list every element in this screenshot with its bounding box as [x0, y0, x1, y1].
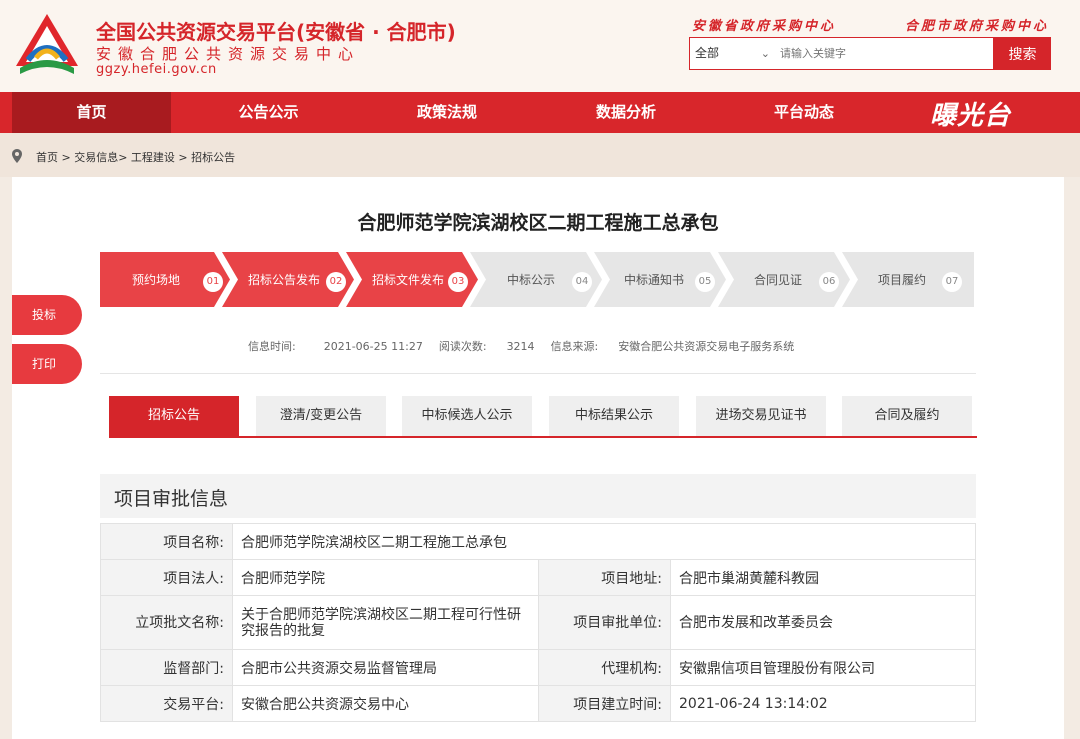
created-time-value: 2021-06-24 13:14:02 [670, 685, 976, 722]
divider [100, 373, 976, 374]
tab-candidate-notice[interactable]: 中标候选人公示 [402, 396, 532, 436]
side-favorite-button[interactable]: 投标 [12, 295, 82, 335]
step-3-number: 03 [448, 272, 468, 292]
progress-steps: 预约场地 01 招标公告发布 02 招标文件发布 03 中标公示 04 中标通知… [100, 252, 974, 307]
link-province-procurement[interactable]: 安徽省政府采购中心 [692, 15, 836, 34]
legal-person-label: 项目法人: [100, 559, 233, 596]
notice-tabs: 招标公告 澄清/变更公告 中标候选人公示 中标结果公示 进场交易见证书 合同及履… [109, 396, 977, 438]
search-button[interactable]: 搜索 [994, 37, 1051, 70]
step-6-label: 合同见证 [754, 273, 803, 287]
approval-unit-value: 合肥市发展和改革委员会 [670, 595, 976, 650]
legal-person-value: 合肥师范学院 [232, 559, 539, 596]
approval-doc-label: 立项批文名称: [100, 595, 233, 650]
step-4-number: 04 [572, 272, 592, 292]
info-meta: 信息时间: 2021-06-25 11:27 阅读次数: 3214 信息来源: 安徽合肥公… [248, 338, 794, 354]
project-address-label: 项目地址: [538, 559, 671, 596]
supervisor-value: 合肥市公共资源交易监督管理局 [232, 649, 539, 686]
approval-unit-label: 项目审批单位: [538, 595, 671, 650]
table-row: 交易平台: 安徽合肥公共资源交易中心 项目建立时间: 2021-06-24 13… [100, 685, 976, 722]
location-pin-icon [12, 149, 22, 163]
meta-views: 3214 [506, 340, 535, 353]
meta-source-label: 信息来源: [550, 340, 599, 353]
nav-item-home[interactable]: 首页 [12, 92, 171, 133]
step-3-label: 招标文件发布 [372, 273, 445, 287]
nav-item-announcements[interactable]: 公告公示 [180, 92, 357, 133]
step-4-label: 中标公示 [507, 273, 556, 287]
tab-tender-notice[interactable]: 招标公告 [109, 396, 239, 436]
step-7-number: 07 [942, 272, 962, 292]
site-header: 全国公共资源交易平台(安徽省 · 合肥市) 安徽合肥公共资源交易中心 ggzy.… [0, 0, 1080, 92]
tab-clarification[interactable]: 澄清/变更公告 [256, 396, 386, 436]
nav-item-policies[interactable]: 政策法规 [357, 92, 537, 133]
section-title: 项目审批信息 [114, 488, 229, 510]
step-2-label: 招标公告发布 [248, 273, 321, 287]
search-category-select[interactable]: 全部 ⌄ [690, 38, 774, 69]
meta-time-label: 信息时间: [248, 340, 296, 353]
created-time-label: 项目建立时间: [538, 685, 671, 722]
site-subtitle: 安徽合肥公共资源交易中心 [96, 45, 361, 63]
project-name-label: 项目名称: [100, 523, 233, 560]
site-title: 全国公共资源交易平台(安徽省 · 合肥市) [96, 20, 456, 44]
content-panel: 合肥师范学院滨湖校区二期工程施工总承包 预约场地 01 招标公告发布 02 招标… [12, 177, 1064, 739]
tab-witness-certificate[interactable]: 进场交易见证书 [696, 396, 826, 436]
tab-contract[interactable]: 合同及履约 [842, 396, 972, 436]
side-print-button[interactable]: 打印 [12, 344, 82, 384]
step-5-label: 中标通知书 [624, 273, 685, 287]
meta-views-label: 阅读次数: [438, 340, 487, 353]
link-city-procurement[interactable]: 合肥市政府采购中心 [905, 15, 1049, 34]
breadcrumb: 首页 > 交易信息> 工程建设 > 招标公告 [0, 133, 1080, 177]
platform-value: 安徽合肥公共资源交易中心 [232, 685, 539, 722]
project-info-table: 项目名称: 合肥师范学院滨湖校区二期工程施工总承包 项目法人: 合肥师范学院 项… [100, 523, 976, 722]
section-header: 项目审批信息 [100, 474, 976, 518]
supervisor-label: 监督部门: [100, 649, 233, 686]
platform-label: 交易平台: [100, 685, 233, 722]
step-5-number: 05 [695, 272, 715, 292]
site-domain: ggzy.hefei.gov.cn [96, 62, 217, 77]
page-title: 合肥师范学院滨湖校区二期工程施工总承包 [357, 212, 719, 234]
main-nav: 首页 公告公示 政策法规 数据分析 平台动态 曝光台 [0, 92, 1080, 133]
step-6-number: 06 [819, 272, 839, 292]
step-2-number: 02 [326, 272, 346, 292]
nav-item-platform-news[interactable]: 平台动态 [715, 92, 893, 133]
meta-time: 2021-06-25 11:27 [323, 340, 423, 353]
nav-exposure-link[interactable]: 曝光台 [930, 95, 1011, 132]
chevron-down-icon: ⌄ [760, 47, 770, 60]
search-category-value: 全部 [695, 46, 720, 60]
project-name-value: 合肥师范学院滨湖校区二期工程施工总承包 [232, 523, 976, 560]
table-row: 项目法人: 合肥师范学院 项目地址: 合肥市巢湖黄麓科教园 [100, 559, 976, 596]
tab-result-notice[interactable]: 中标结果公示 [549, 396, 679, 436]
breadcrumb-path[interactable]: 首页 > 交易信息> 工程建设 > 招标公告 [36, 149, 235, 165]
search-input[interactable] [780, 38, 990, 69]
agent-value: 安徽鼎信项目管理股份有限公司 [670, 649, 976, 686]
site-logo-icon[interactable] [14, 12, 80, 76]
table-row: 监督部门: 合肥市公共资源交易监督管理局 代理机构: 安徽鼎信项目管理股份有限公… [100, 649, 976, 686]
step-1-label: 预约场地 [132, 273, 181, 287]
approval-doc-value: 关于合肥师范学院滨湖校区二期工程可行性研究报告的批复 [232, 595, 539, 650]
meta-source: 安徽合肥公共资源交易电子服务系统 [618, 340, 795, 353]
table-row: 立项批文名称: 关于合肥师范学院滨湖校区二期工程可行性研究报告的批复 项目审批单… [100, 595, 976, 650]
agent-label: 代理机构: [538, 649, 671, 686]
step-1-number: 01 [203, 272, 223, 292]
table-row: 项目名称: 合肥师范学院滨湖校区二期工程施工总承包 [100, 523, 976, 560]
step-7-label: 项目履约 [878, 273, 927, 287]
nav-item-data-analysis[interactable]: 数据分析 [537, 92, 715, 133]
search-box: 全部 ⌄ [689, 37, 994, 70]
project-address-value: 合肥市巢湖黄麓科教园 [670, 559, 976, 596]
